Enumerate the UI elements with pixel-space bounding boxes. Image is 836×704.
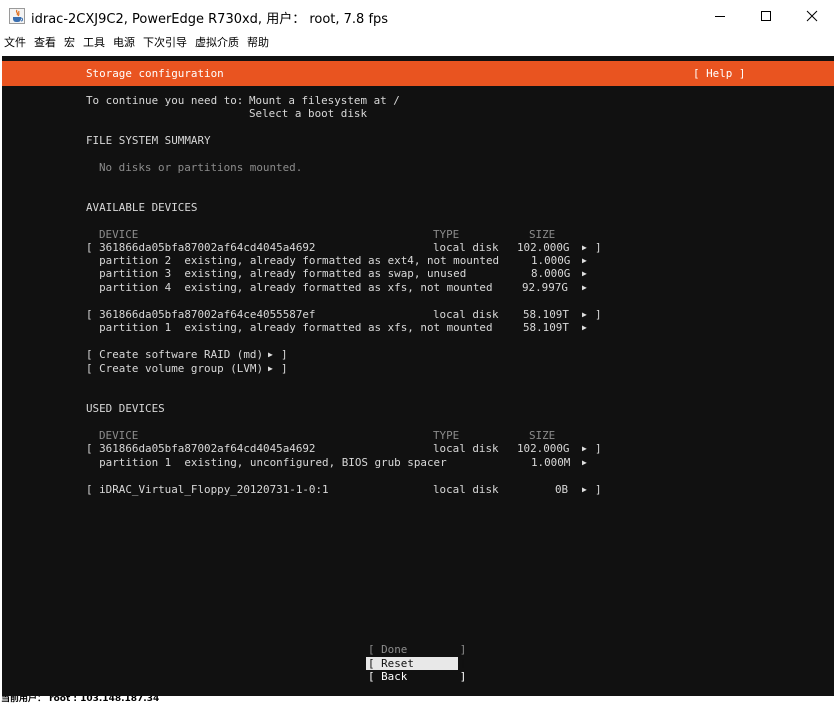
device-type: local disk bbox=[433, 241, 499, 254]
title-bar: idrac-2CXJ9C2, PowerEdge R730xd, 用户： roo… bbox=[0, 0, 836, 32]
expand-arrow-icon: ▶ bbox=[582, 310, 587, 319]
minimize-icon bbox=[715, 16, 725, 17]
prompt-line-2: Select a boot disk bbox=[249, 107, 368, 120]
expand-arrow-icon: ▶ bbox=[582, 283, 587, 292]
menu-macro[interactable]: 宏 bbox=[64, 34, 75, 50]
status-bar: 当前用户： root : 103.148.187.34 bbox=[0, 696, 836, 704]
close-button[interactable] bbox=[789, 0, 835, 32]
fs-summary-empty: No disks or partitions mounted. bbox=[99, 161, 303, 174]
row-bracket: ] bbox=[595, 442, 602, 455]
row-bracket: ] bbox=[281, 362, 288, 375]
device-size: 58.109T bbox=[523, 321, 569, 334]
create-lvm-label: [ Create volume group (LVM) bbox=[86, 362, 264, 375]
expand-arrow-icon: ▶ bbox=[582, 444, 587, 453]
device-size: 1.000G bbox=[531, 254, 571, 267]
create-raid-label: [ Create software RAID (md) bbox=[86, 348, 264, 361]
menu-power[interactable]: 电源 bbox=[113, 34, 135, 50]
expand-arrow-icon: ▶ bbox=[582, 458, 587, 467]
expand-arrow-icon: ▶ bbox=[582, 323, 587, 332]
used-col-type: TYPE bbox=[433, 429, 460, 442]
row-bracket: ] bbox=[595, 241, 602, 254]
device-name: partition 3 existing, already formatted … bbox=[86, 267, 467, 280]
close-icon bbox=[806, 10, 818, 22]
row-bracket: ] bbox=[595, 483, 602, 496]
expand-arrow-icon: ▶ bbox=[268, 364, 273, 373]
window-title: idrac-2CXJ9C2, PowerEdge R730xd, 用户： roo… bbox=[31, 12, 389, 27]
device-name: partition 4 existing, already formatted … bbox=[86, 281, 493, 294]
menu-help[interactable]: 帮助 bbox=[247, 34, 269, 50]
device-size: 58.109T bbox=[523, 308, 569, 321]
prompt-prefix: To continue you need to: bbox=[86, 94, 244, 107]
available-col-device: DEVICE bbox=[99, 228, 139, 241]
available-devices-heading: AVAILABLE DEVICES bbox=[86, 201, 198, 214]
menu-bar: 文件 查看 宏 工具 电源 下次引导 虚拟介质 帮助 bbox=[0, 32, 836, 52]
used-col-size: SIZE bbox=[529, 429, 556, 442]
menu-file[interactable]: 文件 bbox=[4, 34, 26, 50]
device-size: 8.000G bbox=[531, 267, 571, 280]
menu-view[interactable]: 查看 bbox=[34, 34, 56, 50]
menu-next-boot[interactable]: 下次引导 bbox=[143, 34, 187, 50]
device-name: partition 2 existing, already formatted … bbox=[86, 254, 500, 267]
expand-arrow-icon: ▶ bbox=[268, 350, 273, 359]
status-text: 当前用户： root : 103.148.187.34 bbox=[1, 696, 160, 704]
device-name: partition 1 existing, unconfigured, BIOS… bbox=[86, 456, 447, 469]
header-title: Storage configuration bbox=[86, 67, 224, 80]
row-bracket: ] bbox=[281, 348, 288, 361]
used-devices-heading: USED DEVICES bbox=[86, 402, 165, 415]
maximize-button[interactable] bbox=[743, 0, 789, 32]
device-size: 102.000G bbox=[517, 241, 570, 254]
row-bracket: ] bbox=[595, 308, 602, 321]
device-name: [ 361866da05bfa87002af64cd4045a4692 bbox=[86, 241, 316, 254]
available-col-type: TYPE bbox=[433, 228, 460, 241]
device-name: partition 1 existing, already formatted … bbox=[86, 321, 493, 334]
device-name: [ iDRAC_Virtual_Floppy_20120731-1-0:1 bbox=[86, 483, 329, 496]
available-col-size: SIZE bbox=[529, 228, 556, 241]
expand-arrow-icon: ▶ bbox=[582, 485, 587, 494]
kvm-console[interactable] bbox=[2, 56, 834, 696]
device-type: local disk bbox=[433, 483, 499, 496]
help-button[interactable]: [ Help ] bbox=[693, 67, 745, 80]
minimize-button[interactable] bbox=[697, 0, 743, 32]
back-button[interactable]: [ Back ] bbox=[368, 670, 466, 683]
fs-summary-heading: FILE SYSTEM SUMMARY bbox=[86, 134, 211, 147]
device-size: 0B bbox=[555, 483, 569, 496]
reset-button[interactable]: [ Reset ] bbox=[368, 657, 466, 670]
device-size: 1.000M bbox=[531, 456, 571, 469]
java-app-icon bbox=[9, 8, 25, 24]
expand-arrow-icon: ▶ bbox=[582, 256, 587, 265]
used-col-device: DEVICE bbox=[99, 429, 139, 442]
device-type: local disk bbox=[433, 442, 499, 455]
prompt-line-1: Mount a filesystem at / bbox=[249, 94, 400, 107]
menu-virtual-media[interactable]: 虚拟介质 bbox=[195, 34, 239, 50]
done-button[interactable]: [ Done ] bbox=[368, 643, 466, 656]
menu-tools[interactable]: 工具 bbox=[83, 34, 105, 50]
expand-arrow-icon: ▶ bbox=[582, 269, 587, 278]
device-name: [ 361866da05bfa87002af64cd4045a4692 bbox=[86, 442, 316, 455]
device-name: [ 361866da05bfa87002af64ce4055587ef bbox=[86, 308, 316, 321]
device-size: 102.000G bbox=[517, 442, 570, 455]
expand-arrow-icon: ▶ bbox=[582, 243, 587, 252]
device-size: 92.997G bbox=[522, 281, 568, 294]
maximize-icon bbox=[761, 11, 771, 21]
device-type: local disk bbox=[433, 308, 499, 321]
